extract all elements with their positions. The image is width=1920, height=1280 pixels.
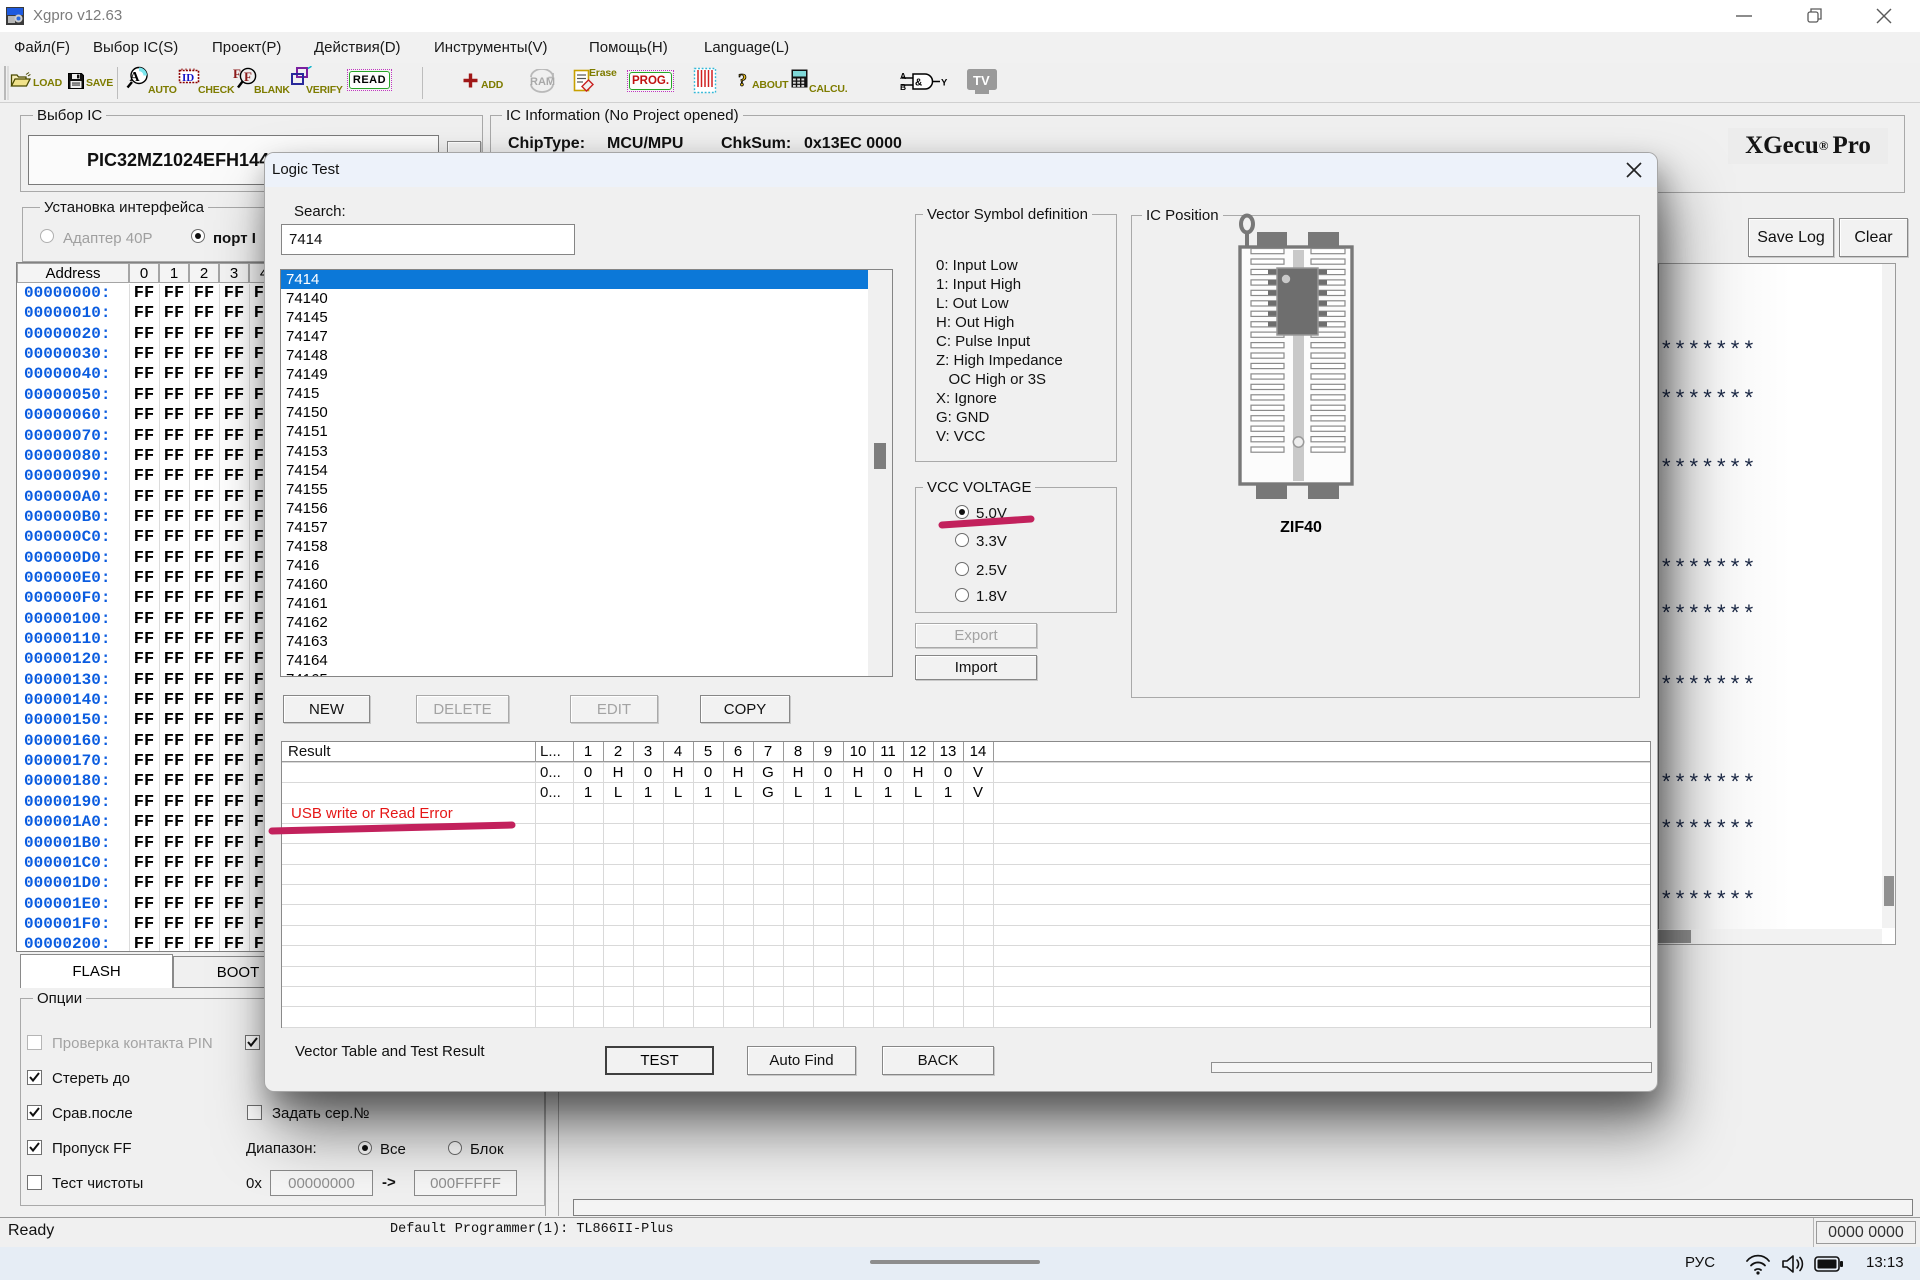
svg-text:?: ? [738,70,747,90]
svg-text:B: B [900,82,906,92]
svg-text:ID: ID [182,72,194,84]
svg-text:F: F [244,69,252,84]
svg-text:RAM: RAM [530,76,555,88]
svg-text:TV: TV [973,73,990,88]
svg-text:F: F [233,66,241,81]
svg-text:Y: Y [941,78,948,89]
svg-text:A: A [900,71,906,81]
svg-text:&: & [915,78,922,89]
